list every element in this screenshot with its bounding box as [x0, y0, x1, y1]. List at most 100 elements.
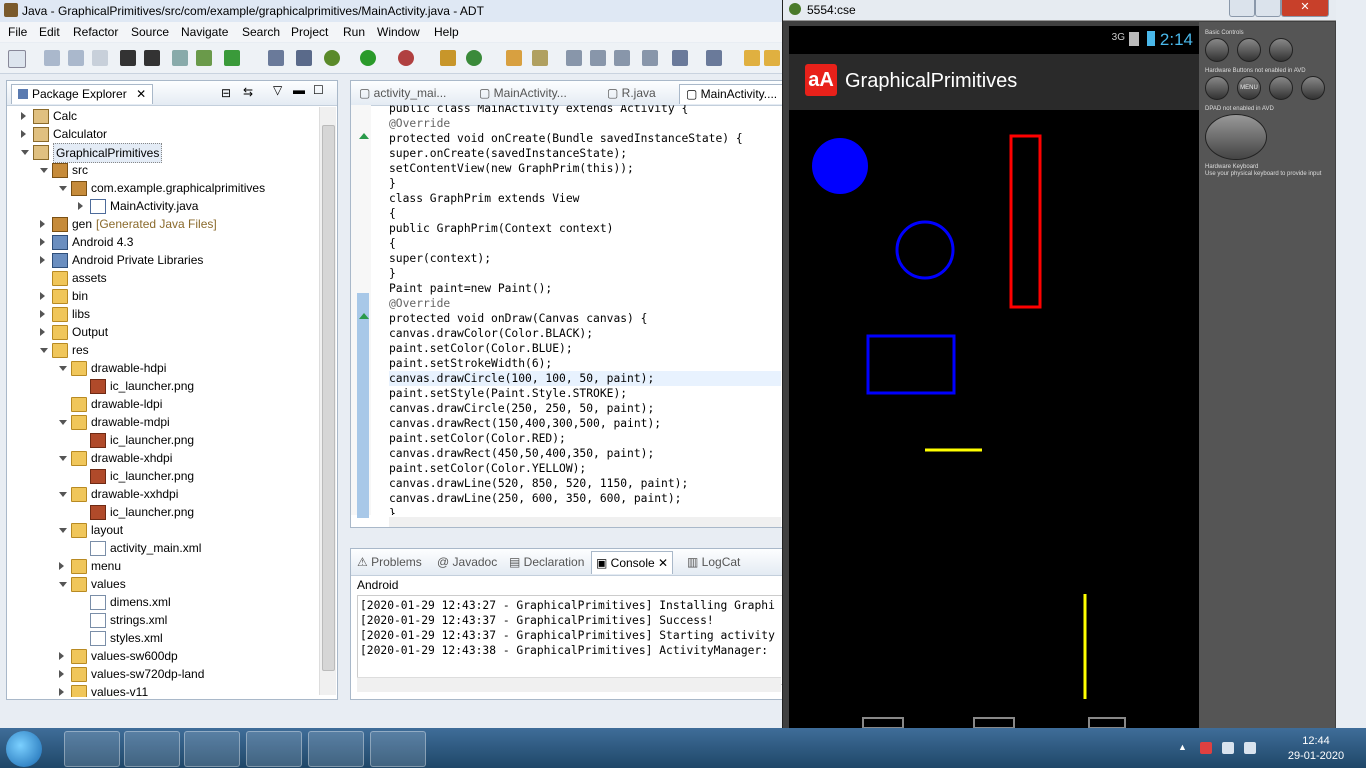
network-icon[interactable] [1244, 742, 1256, 754]
tree-item[interactable]: com.example.graphicalprimitives [7, 179, 317, 197]
android-screen[interactable]: 3G 2:14 aA GraphicalPrimitives [789, 26, 1199, 728]
tab-console[interactable]: ▣ Console ✕ [591, 551, 674, 574]
collapse-all-icon[interactable]: ⊟ [221, 86, 231, 100]
code-line[interactable]: public GraphPrim(Context context) [389, 221, 613, 236]
code-line[interactable]: } [389, 506, 396, 515]
code-line[interactable]: paint.setColor(Color.RED); [389, 431, 566, 446]
close-icon[interactable]: ✕ [136, 87, 146, 101]
checkbox-icon[interactable] [224, 50, 240, 66]
tree-item[interactable]: strings.xml [7, 611, 317, 629]
collapsed-arrow-icon[interactable] [40, 220, 45, 228]
tree-item[interactable]: Calculator [7, 125, 317, 143]
close-icon[interactable]: ✕ [658, 556, 668, 570]
tree-item[interactable]: values [7, 575, 317, 593]
code-line[interactable]: Paint paint=new Paint(); [389, 281, 552, 296]
collapsed-arrow-icon[interactable] [40, 256, 45, 264]
tree-item[interactable]: dimens.xml [7, 593, 317, 611]
code-line[interactable]: public class MainActivity extends Activi… [389, 105, 688, 116]
tree-item[interactable]: menu [7, 557, 317, 575]
code-line[interactable]: canvas.drawCircle(100, 100, 50, paint); [389, 371, 781, 386]
tree-item[interactable]: ic_launcher.png [7, 467, 317, 485]
power-icon[interactable] [1269, 38, 1293, 62]
internet-explorer-icon[interactable] [64, 731, 120, 767]
menu-project[interactable]: Project [291, 25, 328, 39]
print-icon[interactable] [92, 50, 108, 66]
tree-item[interactable]: src [7, 161, 317, 179]
code-line[interactable]: canvas.drawRect(450,50,400,350, paint); [389, 446, 654, 461]
show-whitespace-icon[interactable] [614, 50, 630, 66]
tree-item[interactable]: Android Private Libraries [7, 251, 317, 269]
console-horizontal-scrollbar[interactable] [357, 677, 781, 692]
search-icon[interactable] [1301, 76, 1325, 100]
expanded-arrow-icon[interactable] [40, 168, 48, 173]
expanded-arrow-icon[interactable] [21, 150, 29, 155]
menu-edit[interactable]: Edit [39, 25, 60, 39]
minimize-icon[interactable] [1229, 0, 1255, 17]
android-emulator-icon[interactable] [370, 731, 426, 767]
tree-item[interactable]: MainActivity.java [7, 197, 317, 215]
collapsed-arrow-icon[interactable] [59, 688, 64, 696]
tree-item[interactable]: assets [7, 269, 317, 287]
code-line[interactable]: canvas.drawRect(150,400,300,500, paint); [389, 416, 661, 431]
editor-horizontal-scrollbar[interactable] [389, 517, 781, 527]
tree-item[interactable]: GraphicalPrimitives [7, 143, 317, 163]
prev-annotation-icon[interactable] [706, 50, 722, 66]
external-tools-icon[interactable] [398, 50, 414, 66]
edit-icon[interactable] [268, 50, 284, 66]
code-line[interactable]: canvas.drawCircle(250, 250, 50, paint); [389, 401, 654, 416]
toggle-icon[interactable] [566, 50, 582, 66]
menu-refactor[interactable]: Refactor [73, 25, 118, 39]
taskbar-clock[interactable]: 12:44 29-01-2020 [1286, 734, 1346, 764]
code-line[interactable]: super(context); [389, 251, 491, 266]
tree-item[interactable]: Android 4.3 [7, 233, 317, 251]
adt-eclipse-icon[interactable] [308, 731, 364, 767]
new-icon[interactable] [8, 50, 26, 68]
code-line[interactable]: canvas.drawColor(Color.BLACK); [389, 326, 593, 341]
debug-icon[interactable] [324, 50, 340, 66]
code-line[interactable]: } [389, 176, 396, 191]
maximize-icon[interactable]: ☐ [313, 83, 324, 97]
dpad-control[interactable] [1205, 114, 1267, 160]
media-player-icon[interactable] [184, 731, 240, 767]
tree-item[interactable]: values-sw720dp-land [7, 665, 317, 683]
code-line[interactable]: @Override [389, 116, 450, 131]
collapsed-arrow-icon[interactable] [59, 562, 64, 570]
override-marker-icon[interactable] [359, 133, 369, 139]
code-line[interactable]: paint.setColor(Color.BLUE); [389, 341, 573, 356]
code-line[interactable]: setContentView(new GraphPrim(this)); [389, 161, 634, 176]
collapsed-arrow-icon[interactable] [40, 328, 45, 336]
code-line[interactable]: canvas.drawLine(250, 600, 350, 600, pain… [389, 491, 681, 506]
expanded-arrow-icon[interactable] [59, 456, 67, 461]
collapsed-arrow-icon[interactable] [40, 238, 45, 246]
code-area[interactable]: public class MainActivity extends Activi… [389, 105, 781, 515]
home-button-icon[interactable] [1205, 76, 1229, 100]
show-hidden-icons-icon[interactable]: ▲ [1178, 742, 1190, 754]
code-line[interactable]: paint.setColor(Color.YELLOW); [389, 461, 586, 476]
collapsed-arrow-icon[interactable] [40, 292, 45, 300]
menu-source[interactable]: Source [131, 25, 169, 39]
menu-help[interactable]: Help [434, 25, 459, 39]
view-menu-icon[interactable]: ▽ [273, 83, 282, 97]
code-line[interactable]: @Override [389, 296, 450, 311]
tree-item[interactable]: ic_launcher.png [7, 431, 317, 449]
volume-icon[interactable] [1222, 742, 1234, 754]
close-icon[interactable]: ✕ [1281, 0, 1329, 17]
expanded-arrow-icon[interactable] [59, 366, 67, 371]
package-tree-scrollbar[interactable] [319, 107, 336, 695]
tree-item[interactable]: drawable-ldpi [7, 395, 317, 413]
brush-icon[interactable] [532, 50, 548, 66]
menu-run[interactable]: Run [343, 25, 365, 39]
tab-problems[interactable]: ⚠ Problems [357, 555, 422, 569]
back-icon[interactable] [744, 50, 760, 66]
expanded-arrow-icon[interactable] [59, 582, 67, 587]
save-all-icon[interactable] [68, 50, 84, 66]
new-class-icon[interactable] [466, 50, 482, 66]
collapsed-arrow-icon[interactable] [78, 202, 83, 210]
block-icon[interactable] [590, 50, 606, 66]
tree-item[interactable]: ic_launcher.png [7, 377, 317, 395]
start-button[interactable] [6, 731, 42, 767]
code-line[interactable]: { [389, 206, 396, 221]
volume-down-icon[interactable] [1205, 38, 1229, 62]
new-java-project-icon[interactable] [440, 50, 456, 66]
collapsed-arrow-icon[interactable] [21, 112, 26, 120]
